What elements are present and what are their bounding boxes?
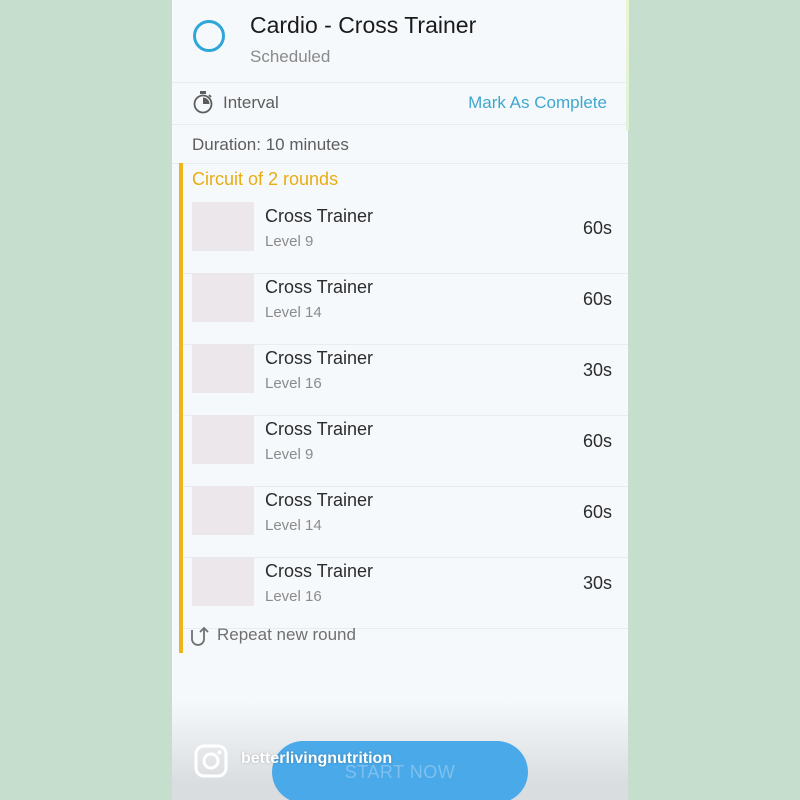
exercise-level: Level 16 [265, 588, 322, 605]
exercise-row[interactable]: Cross Trainer Level 16 30s [183, 344, 628, 416]
exercise-name: Cross Trainer [265, 490, 374, 510]
circuit-block: Circuit of 2 rounds Cross Trainer Level … [179, 163, 628, 653]
exercise-thumbnail [192, 202, 254, 251]
exercise-thumbnail [192, 557, 254, 606]
workout-status: Scheduled [250, 47, 331, 66]
exercise-level: Level 14 [265, 304, 322, 321]
exercise-name: Cross Trainer [265, 206, 374, 226]
divider [172, 124, 628, 125]
circuit-label: Circuit of 2 rounds [192, 169, 339, 189]
exercise-time: 60s [582, 431, 612, 451]
status-circle-icon[interactable] [193, 20, 225, 52]
exercise-name: Cross Trainer [265, 348, 374, 368]
instagram-handle: betterlivingnutrition [241, 750, 393, 767]
repeat-new-round-button[interactable]: Repeat new round [189, 623, 449, 649]
timer-icon [193, 91, 213, 114]
exercise-thumbnail [192, 486, 254, 535]
workout-duration: Duration: 10 minutes [192, 135, 349, 154]
interval-row: Interval Mark As Complete [172, 82, 628, 124]
exercise-level: Level 9 [265, 446, 314, 463]
exercise-row[interactable]: Cross Trainer Level 14 60s [183, 486, 628, 558]
exercise-row[interactable]: Cross Trainer Level 9 60s [183, 415, 628, 487]
exercise-name: Cross Trainer [265, 419, 374, 439]
exercise-time: 60s [582, 502, 612, 522]
mark-as-complete-button[interactable]: Mark As Complete [468, 93, 607, 113]
workout-type: Interval [223, 93, 279, 112]
workout-title: Cardio - Cross Trainer [250, 12, 477, 38]
exercise-level: Level 14 [265, 517, 322, 534]
exercise-time: 60s [582, 289, 612, 309]
screen-edge [626, 0, 629, 130]
workout-screen: Cardio - Cross Trainer Scheduled Interva… [172, 0, 628, 800]
exercise-level: Level 16 [265, 375, 322, 392]
exercise-row[interactable]: Cross Trainer Level 9 60s [183, 202, 628, 274]
instagram-icon [194, 744, 228, 778]
exercise-level: Level 9 [265, 233, 314, 250]
exercise-thumbnail [192, 344, 254, 393]
workout-header: Cardio - Cross Trainer Scheduled [172, 0, 628, 82]
exercise-row[interactable]: Cross Trainer Level 14 60s [183, 273, 628, 345]
exercise-thumbnail [192, 415, 254, 464]
repeat-icon [191, 626, 209, 646]
exercise-thumbnail [192, 273, 254, 322]
exercise-time: 30s [582, 573, 612, 593]
exercise-time: 60s [582, 218, 612, 238]
exercise-name: Cross Trainer [265, 561, 374, 581]
exercise-row[interactable]: Cross Trainer Level 16 30s [183, 557, 628, 629]
exercise-time: 30s [582, 360, 612, 380]
exercise-name: Cross Trainer [265, 277, 374, 297]
repeat-label: Repeat new round [217, 625, 356, 644]
